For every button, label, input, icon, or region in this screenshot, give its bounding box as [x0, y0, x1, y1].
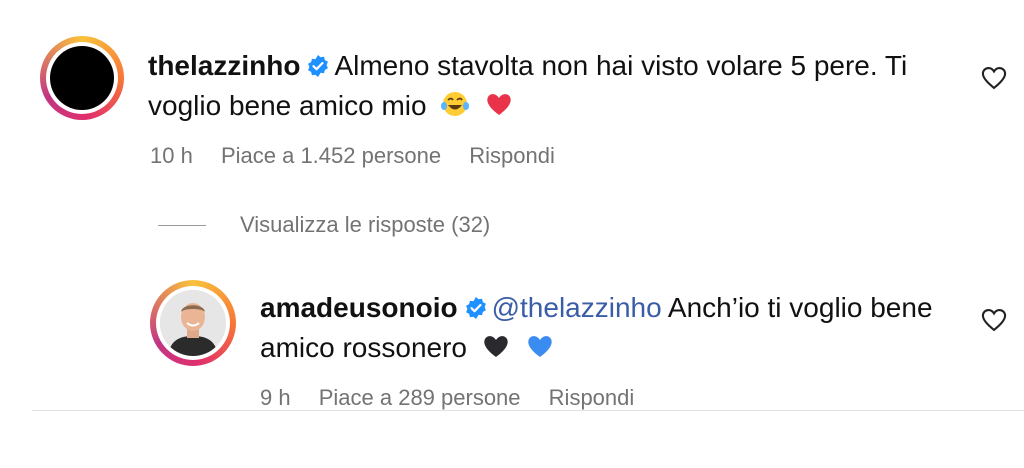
- comment-text-line1: Almeno stavolta non hai visto volare 5 p…: [334, 50, 908, 81]
- comment-text-line2: amico rossonero: [260, 332, 467, 363]
- red-heart-emoji: [487, 94, 511, 115]
- username[interactable]: amadeusonoio: [260, 292, 458, 323]
- avatar-amadeusonoio[interactable]: [150, 280, 236, 366]
- bottom-divider: [32, 410, 1024, 411]
- view-replies-button[interactable]: Visualizza le risposte (32): [240, 212, 490, 238]
- person-portrait-icon: [160, 290, 226, 356]
- heart-outline-icon[interactable]: [980, 306, 1008, 334]
- avatar-image: [50, 46, 114, 110]
- comment-time: 9 h: [260, 385, 291, 410]
- avatar-border: [46, 42, 118, 114]
- avatar-thelazzinho[interactable]: [40, 36, 124, 120]
- comment-text-line1: Anch’io ti voglio bene: [667, 292, 933, 323]
- comment-meta: 9 h Piace a 289 persone Rispondi: [260, 385, 656, 411]
- verified-badge-icon: [465, 297, 486, 319]
- blue-heart-emoji: [527, 336, 552, 357]
- username[interactable]: thelazzinho: [148, 50, 300, 81]
- comment-meta: 10 h Piace a 1.452 persone Rispondi: [150, 143, 577, 169]
- comment-body: amadeusonoio @thelazzinho Anch’io ti vog…: [260, 288, 960, 368]
- likes-count[interactable]: Piace a 1.452 persone: [221, 143, 441, 168]
- view-replies-row[interactable]: Visualizza le risposte (32): [158, 212, 490, 238]
- avatar-image: [160, 290, 226, 356]
- tears-of-joy-emoji: [441, 92, 470, 116]
- black-heart-emoji: [484, 336, 508, 357]
- comment-body: thelazzinho Almeno stavolta non hai vist…: [148, 46, 948, 126]
- avatar-border: [156, 286, 230, 360]
- replies-divider-line: [158, 224, 206, 226]
- verified-badge-icon: [308, 55, 329, 77]
- likes-count[interactable]: Piace a 289 persone: [319, 385, 521, 410]
- reply-button[interactable]: Rispondi: [469, 143, 555, 168]
- mention-link[interactable]: @thelazzinho: [492, 292, 662, 323]
- comment-time: 10 h: [150, 143, 193, 168]
- reply-button[interactable]: Rispondi: [549, 385, 635, 410]
- comment-text-line2: voglio bene amico mio: [148, 90, 427, 121]
- heart-outline-icon[interactable]: [980, 64, 1008, 92]
